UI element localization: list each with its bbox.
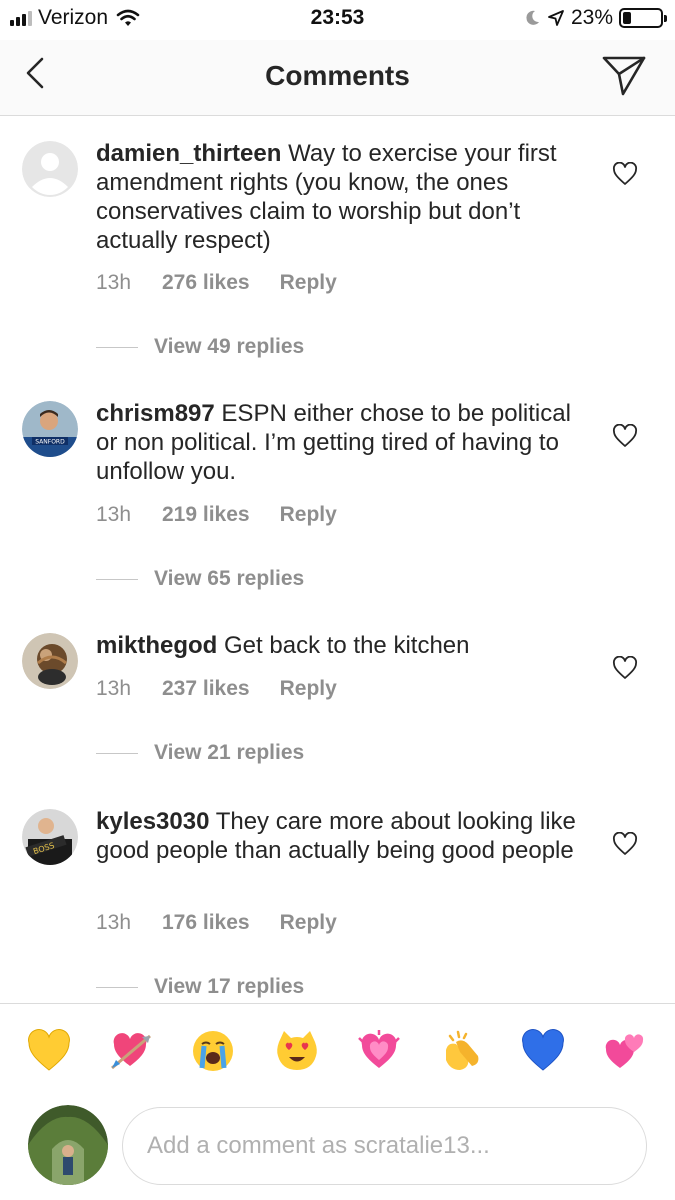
location-arrow-icon: [548, 10, 564, 26]
comment-body: chrism897 ESPN either chose to be politi…: [96, 399, 576, 486]
comment-meta: 13h 176 likes Reply: [96, 911, 337, 935]
comment-time: 13h: [96, 677, 132, 700]
svg-text:SANFORD: SANFORD: [35, 439, 65, 446]
moon-icon: [526, 10, 539, 25]
comment-username[interactable]: damien_thirteen: [96, 140, 281, 167]
heart-eyes-cat-emoji-icon[interactable]: [274, 1028, 320, 1074]
comment-composer: [0, 1095, 675, 1200]
reply-button[interactable]: Reply: [280, 503, 337, 527]
comment-username[interactable]: chrism897: [96, 400, 215, 427]
user-photo-icon: SANFORD: [22, 401, 78, 457]
divider: [96, 346, 138, 348]
view-replies-label: View 65 replies: [154, 567, 305, 590]
default-avatar-icon: [22, 141, 78, 197]
comment-likes[interactable]: 176 likes: [162, 911, 250, 935]
divider: [96, 986, 138, 988]
direct-message-button[interactable]: [601, 52, 647, 98]
view-replies-button[interactable]: View 17 replies: [96, 975, 304, 999]
view-replies-label: View 49 replies: [154, 335, 305, 358]
comment-body: damien_thirteen Way to exercise your fir…: [96, 139, 576, 255]
user-photo-icon: BOSS: [22, 809, 78, 865]
comments-list[interactable]: damien_thirteen Way to exercise your fir…: [0, 117, 675, 1003]
back-button[interactable]: [22, 54, 52, 94]
reply-button[interactable]: Reply: [280, 911, 337, 935]
comment-input[interactable]: [122, 1107, 647, 1185]
like-heart-icon[interactable]: [612, 162, 638, 186]
avatar[interactable]: BOSS: [22, 809, 78, 865]
avatar[interactable]: [22, 633, 78, 689]
comment-body: mikthegod Get back to the kitchen: [96, 631, 576, 660]
view-replies-button[interactable]: View 21 replies: [96, 741, 304, 765]
chevron-left-icon: [26, 57, 44, 89]
comment-meta: 13h 276 likes Reply: [96, 271, 337, 295]
battery-icon: [619, 8, 667, 28]
status-bar: Verizon 23:53 23%: [0, 0, 675, 40]
emoji-quick-bar: [0, 1003, 675, 1095]
comment-likes[interactable]: 237 likes: [162, 677, 250, 701]
comment-username[interactable]: mikthegod: [96, 632, 217, 659]
comment-text: Get back to the kitchen: [224, 632, 470, 659]
comment-time: 13h: [96, 271, 132, 294]
avatar[interactable]: [22, 141, 78, 197]
comment-time: 13h: [96, 911, 132, 934]
loudly-crying-face-emoji-icon[interactable]: [190, 1028, 236, 1074]
user-photo-icon: [28, 1105, 108, 1185]
comment-likes[interactable]: 219 likes: [162, 503, 250, 527]
comment-time: 13h: [96, 503, 132, 526]
like-heart-icon[interactable]: [612, 656, 638, 680]
reply-button[interactable]: Reply: [280, 271, 337, 295]
paper-plane-icon: [602, 56, 646, 96]
status-bar-right: 23%: [523, 6, 667, 30]
battery-percent: 23%: [570, 6, 613, 29]
header: Comments: [0, 40, 675, 116]
comment-item: BOSS kyles3030 They care more about look…: [0, 785, 675, 1003]
comment-item: SANFORD chrism897 ESPN either chose to b…: [0, 377, 675, 609]
view-replies-button[interactable]: View 65 replies: [96, 567, 304, 591]
divider: [96, 752, 138, 754]
current-user-avatar[interactable]: [28, 1105, 108, 1185]
like-heart-icon[interactable]: [612, 424, 638, 448]
comment-username[interactable]: kyles3030: [96, 808, 209, 835]
revolving-hearts-emoji-icon[interactable]: [602, 1028, 648, 1074]
avatar[interactable]: SANFORD: [22, 401, 78, 457]
blue-heart-emoji-icon[interactable]: [520, 1028, 566, 1074]
comment-item: mikthegod Get back to the kitchen 13h 23…: [0, 609, 675, 785]
view-replies-label: View 21 replies: [154, 741, 305, 764]
comment-meta: 13h 219 likes Reply: [96, 503, 337, 527]
page-title: Comments: [265, 60, 410, 91]
reply-button[interactable]: Reply: [280, 677, 337, 701]
clapping-hands-emoji-icon[interactable]: [438, 1028, 484, 1074]
view-replies-label: View 17 replies: [154, 975, 305, 998]
heart-with-arrow-emoji-icon[interactable]: [108, 1028, 154, 1074]
user-photo-icon: [22, 633, 78, 689]
comment-item: damien_thirteen Way to exercise your fir…: [0, 117, 675, 377]
comment-likes[interactable]: 276 likes: [162, 271, 250, 295]
battery-level: [623, 12, 631, 24]
divider: [96, 578, 138, 580]
view-replies-button[interactable]: View 49 replies: [96, 335, 304, 359]
yellow-heart-emoji-icon[interactable]: [26, 1028, 72, 1074]
like-heart-icon[interactable]: [612, 832, 638, 856]
growing-heart-emoji-icon[interactable]: [356, 1028, 402, 1074]
comment-meta: 13h 237 likes Reply: [96, 677, 337, 701]
comment-body: kyles3030 They care more about looking l…: [96, 807, 576, 865]
